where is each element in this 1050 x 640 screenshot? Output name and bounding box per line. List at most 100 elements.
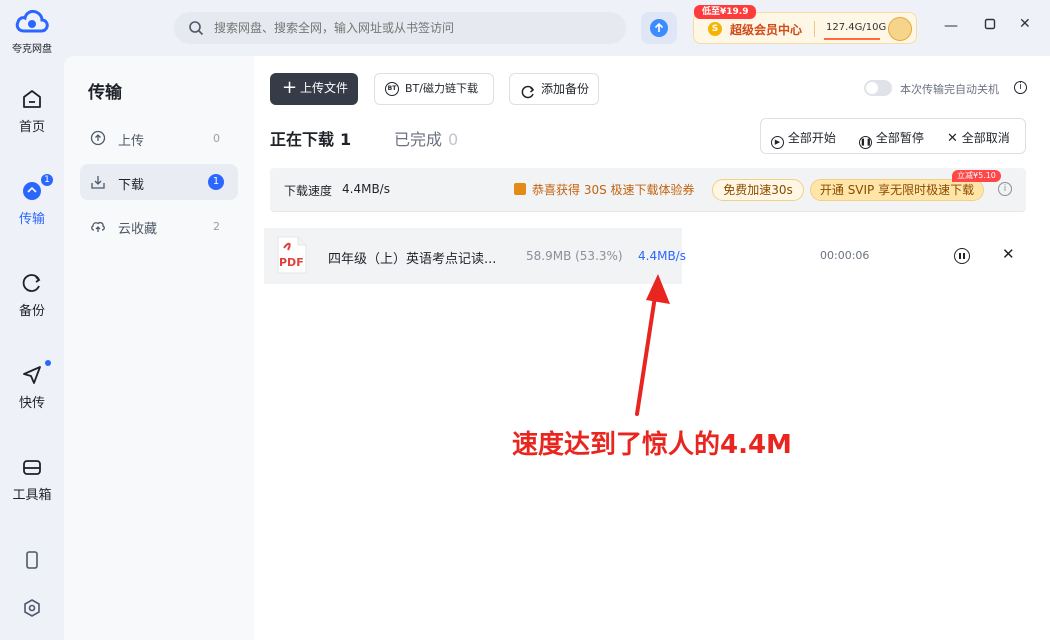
maximize-button[interactable] (984, 18, 996, 34)
sidebar-title: 传输 (88, 83, 122, 103)
cloud-logo-icon (15, 9, 49, 33)
time-remaining: 00:00:06 (820, 249, 870, 262)
cloud-save-count: 2 (213, 220, 220, 233)
avatar[interactable] (888, 17, 912, 41)
tab-label: 正在下载 (270, 130, 335, 149)
file-speed: 4.4MB/s (638, 249, 686, 263)
download-count: 1 (208, 174, 224, 190)
svip-badge: S (708, 22, 722, 36)
maximize-icon (984, 18, 996, 34)
sidebar-item-download[interactable]: 下载 1 (80, 164, 238, 200)
coupon-icon (514, 183, 526, 195)
start-all-label: 全部开始 (787, 131, 836, 145)
left-nav: 夸克网盘 首页 1 传输 备份 快传 工具箱 (0, 0, 64, 640)
file-name: 四年级（上）英语考点记读... (328, 252, 497, 267)
search-box[interactable] (174, 12, 626, 44)
file-type-label: PDF (279, 256, 304, 269)
upload-file-label: 上传文件 (300, 81, 349, 95)
discount-tag: 立减¥5.10 (952, 170, 1001, 182)
pause-all-label: 全部暂停 (875, 131, 924, 145)
main-panel: + 上传文件 BT BT/磁力链下载 添加备份 本次传输完自动关机 i 正在下载… (254, 56, 1050, 640)
play-icon: ▶ (771, 136, 784, 149)
nav-item-home[interactable]: 首页 (0, 88, 64, 135)
minimize-button[interactable]: — (944, 18, 958, 34)
auto-shutdown-label: 本次传输完自动关机 (900, 83, 999, 96)
cancel-all-label: 全部取消 (961, 131, 1010, 145)
file-size-progress: 58.9MB (53.3%) (526, 249, 623, 263)
pause-download-button[interactable] (954, 248, 970, 264)
info-icon[interactable]: i (1014, 81, 1027, 94)
tab-downloading[interactable]: 正在下载 1 (270, 126, 351, 150)
red-arrow-annotation (635, 274, 670, 416)
backup-icon (21, 272, 43, 294)
annotation-text: 速度达到了惊人的4.4M (512, 430, 792, 460)
transfer-badge: 1 (41, 174, 53, 186)
upload-count: 0 (213, 132, 220, 145)
tab-count: 1 (340, 130, 352, 149)
download-icon (90, 174, 106, 194)
bulk-actions: ▶ 全部开始 ❚❚ 全部暂停 ✕ 全部取消 (760, 118, 1026, 154)
bt-download-button[interactable]: BT BT/磁力链下载 (374, 73, 494, 105)
home-icon (21, 88, 43, 110)
bt-icon: BT (385, 82, 399, 96)
refresh-icon (520, 81, 536, 111)
toolbox-icon (21, 456, 43, 478)
upload-arrow-button[interactable] (641, 12, 677, 44)
sidebar-item-label: 云收藏 (118, 222, 158, 237)
nav-label: 备份 (18, 304, 45, 319)
transfer-sidebar: 传输 上传 0 下载 1 云收藏 2 (64, 56, 254, 640)
nav-label: 工具箱 (12, 488, 52, 503)
add-backup-button[interactable]: 添加备份 (509, 73, 599, 105)
close-window-button[interactable]: ✕ (1019, 16, 1031, 32)
close-icon: ✕ (947, 131, 958, 146)
start-all-button[interactable]: ▶ 全部开始 (771, 129, 836, 149)
vip-promo-badge[interactable]: 低至¥19.9 (694, 5, 757, 19)
sidebar-item-label: 上传 (118, 134, 145, 149)
gift-text: 恭喜获得 30S 极速下载体验券 (532, 183, 695, 197)
auto-shutdown-toggle[interactable] (864, 80, 892, 96)
nav-label: 快传 (18, 396, 45, 411)
nav-item-transfer[interactable]: 1 传输 (0, 174, 64, 227)
quick-send-icon (21, 360, 51, 386)
upload-file-button[interactable]: + 上传文件 (270, 73, 358, 105)
phone-icon[interactable] (22, 550, 42, 574)
cloud-save-icon (90, 218, 106, 238)
plus-icon: + (282, 77, 298, 98)
close-icon: ✕ (1019, 16, 1031, 32)
cancel-all-button[interactable]: ✕ 全部取消 (947, 129, 1010, 146)
nav-item-quick-send[interactable]: 快传 (0, 360, 64, 411)
storage-usage: 127.4G/10G (826, 22, 887, 33)
sidebar-item-label: 下载 (118, 178, 145, 193)
speed-label: 下载速度 (284, 184, 333, 198)
minimize-icon: — (944, 18, 958, 34)
add-backup-label: 添加备份 (541, 82, 590, 96)
svip-offer-button[interactable]: 开通 SVIP 享无限时极速下载 (810, 179, 984, 201)
nav-item-toolbox[interactable]: 工具箱 (0, 456, 64, 503)
tab-count: 0 (448, 130, 459, 149)
tab-label: 已完成 (394, 130, 443, 149)
speed-bar: 下载速度 4.4MB/s 恭喜获得 30S 极速下载体验券 免费加速30s 开通… (270, 168, 1026, 212)
pause-all-button[interactable]: ❚❚ 全部暂停 (859, 129, 924, 149)
arrow-up-icon (650, 19, 668, 37)
pause-icon: ❚❚ (859, 136, 872, 149)
info-icon[interactable]: i (998, 182, 1012, 196)
app-name: 夸克网盘 (12, 44, 52, 55)
divider (814, 21, 815, 37)
nav-item-backup[interactable]: 备份 (0, 272, 64, 319)
app-logo: 夸克网盘 (12, 8, 52, 55)
free-boost-button[interactable]: 免费加速30s (712, 179, 804, 201)
cancel-download-button[interactable]: ✕ (1002, 245, 1015, 263)
notification-dot (45, 360, 51, 366)
search-icon (188, 20, 204, 40)
sidebar-item-cloud-save[interactable]: 云收藏 2 (80, 208, 238, 244)
tab-completed[interactable]: 已完成 0 (394, 126, 458, 150)
pdf-file-icon: PDF (276, 236, 308, 274)
storage-bar (824, 38, 880, 40)
search-input[interactable] (214, 12, 614, 44)
speed-value: 4.4MB/s (342, 182, 390, 196)
settings-icon[interactable] (22, 598, 42, 622)
sidebar-item-upload[interactable]: 上传 0 (80, 120, 238, 156)
vip-center-label: 超级会员中心 (730, 23, 803, 37)
transfer-icon: 1 (21, 174, 53, 202)
bt-download-label: BT/磁力链下载 (405, 82, 478, 95)
